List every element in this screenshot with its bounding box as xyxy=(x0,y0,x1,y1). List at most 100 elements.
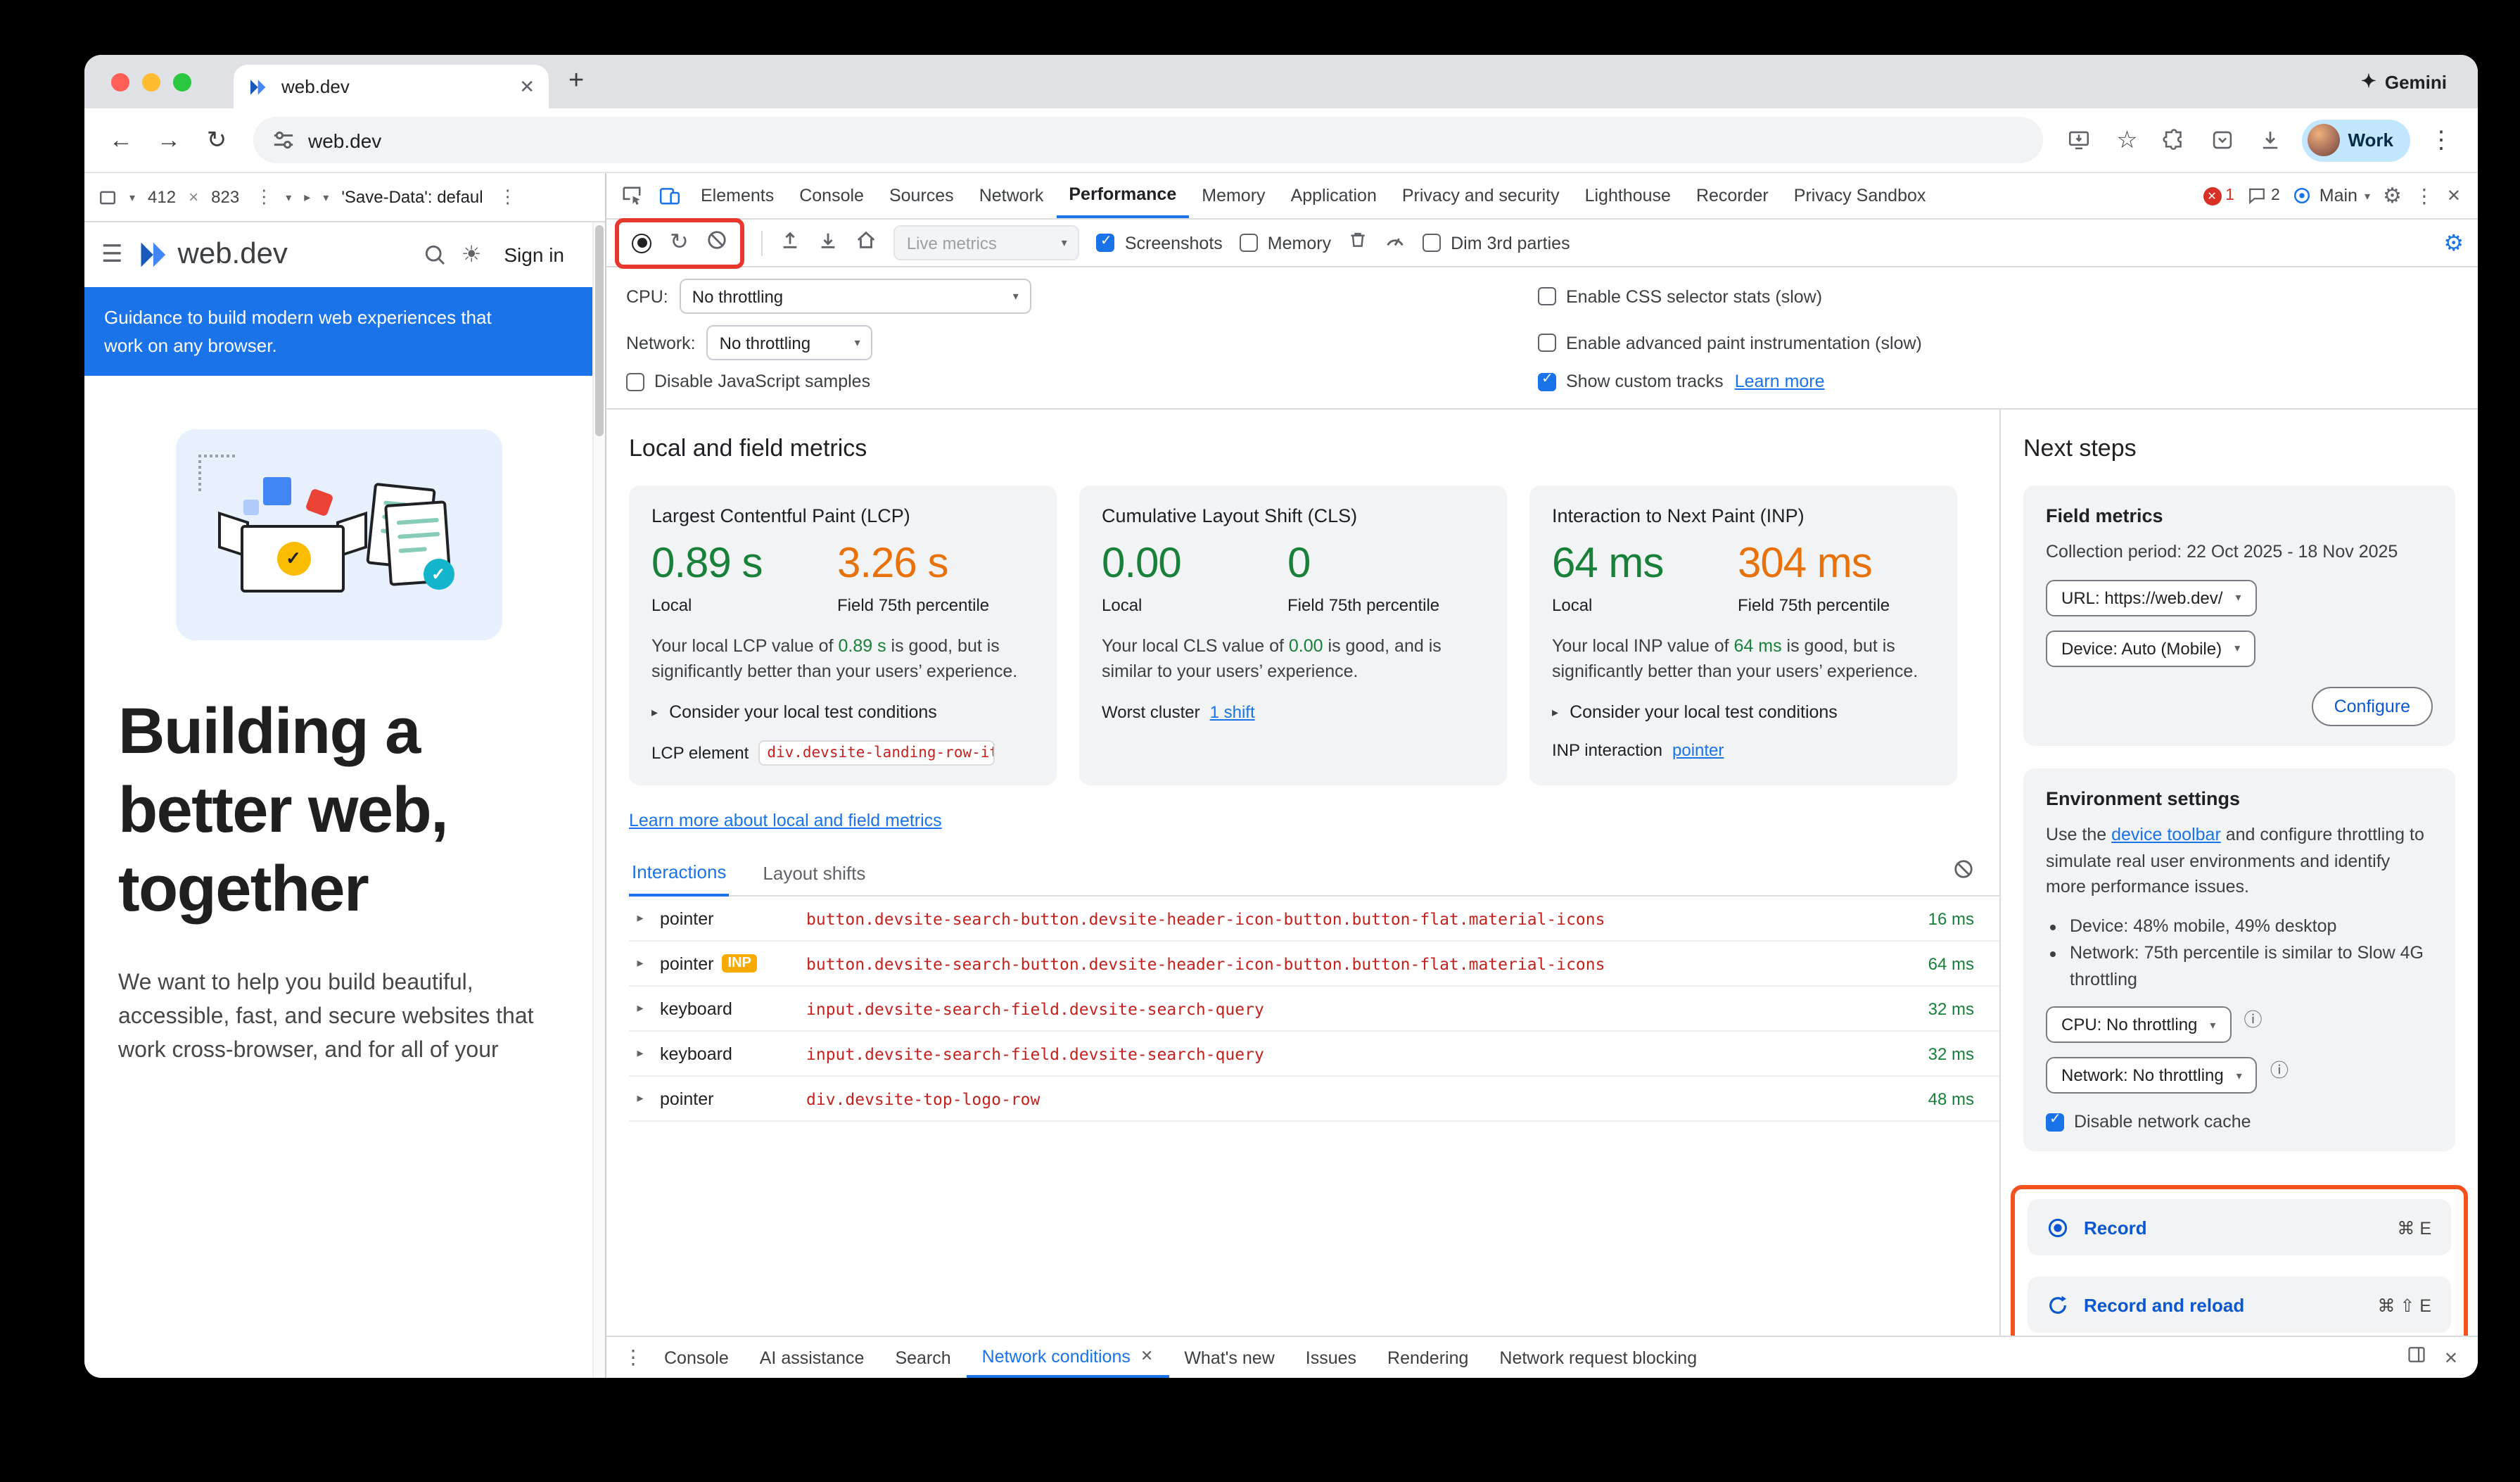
save-data-dropdown[interactable]: 'Save-Data': defaul xyxy=(341,187,483,207)
interaction-row[interactable]: ▸ keyboard input.devsite-search-field.de… xyxy=(629,987,1999,1032)
tab-memory[interactable]: Memory xyxy=(1189,173,1278,218)
network-throttling-select[interactable]: No throttling ▾ xyxy=(707,325,873,360)
show-custom-tracks-checkbox[interactable]: Show custom tracks xyxy=(1538,372,1724,391)
gemini-badge[interactable]: ✦ Gemini xyxy=(2361,70,2447,93)
record-and-reload-button[interactable]: Record and reload ⌘ ⇧ E xyxy=(2028,1277,2451,1334)
tab-console[interactable]: Console xyxy=(787,173,877,218)
dimensions-icon[interactable] xyxy=(98,188,117,206)
device-toolbar-menu-icon[interactable]: ⋮ xyxy=(499,186,517,208)
load-profile-icon[interactable] xyxy=(780,229,801,257)
minimize-window-button[interactable] xyxy=(142,72,160,91)
cpu-info-icon[interactable]: ⓘ xyxy=(2244,1005,2262,1032)
tab-performance[interactable]: Performance xyxy=(1056,173,1189,218)
tab-search-icon[interactable] xyxy=(2200,118,2245,163)
field-device-select[interactable]: Device: Auto (Mobile) ▾ xyxy=(2046,631,2255,667)
drawer-tab-network-conditions[interactable]: Network conditions ✕ xyxy=(967,1337,1169,1378)
site-settings-icon[interactable] xyxy=(273,129,294,151)
record-button[interactable]: Record ⌘ E xyxy=(2028,1200,2451,1256)
throttling-gauge-icon[interactable] xyxy=(1385,229,1406,257)
record-icon-button[interactable] xyxy=(632,233,651,253)
devtools-close-icon[interactable]: ✕ xyxy=(2447,186,2461,205)
browser-menu-icon[interactable]: ⋮ xyxy=(2419,118,2464,163)
tab-elements[interactable]: Elements xyxy=(688,173,787,218)
live-metrics-home-icon[interactable] xyxy=(856,229,877,257)
device-height-field[interactable]: 823 xyxy=(211,187,239,207)
css-selector-stats-checkbox[interactable]: Enable CSS selector stats (slow) xyxy=(1538,279,2458,314)
tab-lighthouse[interactable]: Lighthouse xyxy=(1572,173,1684,218)
screenshots-checkbox[interactable]: Screenshots xyxy=(1097,233,1223,253)
inp-test-conditions-expander[interactable]: ▸ Consider your local test conditions xyxy=(1552,703,1935,723)
site-menu-icon[interactable]: ☰ xyxy=(101,241,123,269)
clear-recordings-icon[interactable] xyxy=(707,229,728,257)
learn-more-metrics-link[interactable]: Learn more about local and field metrics xyxy=(629,811,942,831)
configure-button[interactable]: Configure xyxy=(2312,687,2433,726)
devtools-menu-icon[interactable]: ⋮ xyxy=(2414,184,2434,208)
env-cpu-select[interactable]: CPU: No throttling ▾ xyxy=(2046,1007,2231,1044)
inp-interaction-link[interactable]: pointer xyxy=(1672,741,1724,761)
row-expand-icon[interactable]: ▸ xyxy=(632,1001,649,1017)
close-drawer-icon[interactable]: ✕ xyxy=(2444,1348,2458,1367)
interaction-row[interactable]: ▸ pointer button.devsite-search-button.d… xyxy=(629,897,1999,942)
profile-button[interactable]: Work xyxy=(2301,119,2410,161)
back-button[interactable]: ← xyxy=(98,118,144,163)
interaction-row[interactable]: ▸ pointer INP button.devsite-search-butt… xyxy=(629,942,1999,987)
error-badge[interactable]: ✕ 1 xyxy=(2203,186,2234,205)
zoom-window-button[interactable] xyxy=(173,72,191,91)
row-expand-icon[interactable]: ▸ xyxy=(632,1046,649,1062)
tab-recorder[interactable]: Recorder xyxy=(1684,173,1781,218)
drawer-tab-whats-new[interactable]: What's new xyxy=(1169,1337,1290,1378)
memory-checkbox[interactable]: Memory xyxy=(1240,233,1331,253)
clear-interactions-icon[interactable] xyxy=(1953,859,1974,887)
reload-button[interactable]: ↻ xyxy=(194,118,239,163)
drawer-tab-network-request-blocking[interactable]: Network request blocking xyxy=(1484,1337,1712,1378)
record-reload-icon-button[interactable]: ↻ xyxy=(670,232,689,254)
sign-in-button[interactable]: Sign in xyxy=(504,243,564,266)
zoom-chevron-icon[interactable]: ▾ xyxy=(286,191,291,203)
row-expand-icon[interactable]: ▸ xyxy=(632,1091,649,1107)
tab-privacy-sandbox[interactable]: Privacy Sandbox xyxy=(1781,173,1939,218)
network-info-icon[interactable]: ⓘ xyxy=(2270,1056,2289,1082)
env-network-select[interactable]: Network: No throttling ▾ xyxy=(2046,1058,2258,1094)
disable-network-cache-checkbox[interactable]: Disable network cache xyxy=(2046,1113,2433,1132)
drawer-menu-icon[interactable]: ⋮ xyxy=(618,1345,649,1369)
interaction-row[interactable]: ▸ pointer div.devsite-top-logo-row 48 ms xyxy=(629,1077,1999,1122)
theme-toggle-icon[interactable]: ☀ xyxy=(462,241,482,269)
scrollbar-thumb[interactable] xyxy=(595,225,604,436)
dock-side-icon[interactable] xyxy=(2406,1343,2427,1372)
device-toolbar-toggle-icon[interactable] xyxy=(650,179,688,213)
site-banner[interactable]: Guidance to build modern web experiences… xyxy=(84,287,592,376)
dimensions-chevron-icon[interactable]: ▾ xyxy=(129,191,135,203)
cpu-throttling-select[interactable]: No throttling ▾ xyxy=(680,279,1031,314)
drawer-tab-rendering[interactable]: Rendering xyxy=(1372,1337,1484,1378)
cls-worst-cluster-link[interactable]: 1 shift xyxy=(1210,703,1255,723)
tab-close-icon[interactable]: ✕ xyxy=(519,75,535,98)
tab-application[interactable]: Application xyxy=(1278,173,1389,218)
inspect-element-icon[interactable] xyxy=(612,179,650,213)
throttling-chevron-icon[interactable]: ▾ xyxy=(323,191,329,203)
lcp-test-conditions-expander[interactable]: ▸ Consider your local test conditions xyxy=(651,703,1034,723)
custom-tracks-learn-more-link[interactable]: Learn more xyxy=(1735,372,1825,391)
context-selector[interactable]: Main ▾ xyxy=(2293,186,2370,205)
capture-settings-gear-icon[interactable]: ⚙ xyxy=(2443,229,2464,257)
tab-network[interactable]: Network xyxy=(967,173,1057,218)
site-search-icon[interactable] xyxy=(422,242,447,267)
save-profile-icon[interactable] xyxy=(818,229,839,257)
dim-3rd-parties-checkbox[interactable]: Dim 3rd parties xyxy=(1423,233,1570,253)
disable-js-samples-checkbox[interactable]: Disable JavaScript samples xyxy=(626,372,1538,391)
interaction-row[interactable]: ▸ keyboard input.devsite-search-field.de… xyxy=(629,1032,1999,1077)
downloads-icon[interactable] xyxy=(2248,118,2293,163)
field-url-select[interactable]: URL: https://web.dev/ ▾ xyxy=(2046,580,2257,616)
bookmark-star-icon[interactable]: ☆ xyxy=(2104,118,2149,163)
device-width-field[interactable]: 412 xyxy=(148,187,176,207)
tab-interactions[interactable]: Interactions xyxy=(629,851,729,897)
devtools-settings-icon[interactable]: ⚙ xyxy=(2383,183,2402,208)
throttling-icon[interactable]: ▸ xyxy=(304,189,310,205)
address-bar[interactable]: web.dev xyxy=(253,117,2042,163)
forward-button[interactable]: → xyxy=(146,118,191,163)
issues-badge[interactable]: 2 xyxy=(2247,186,2280,205)
zoom-dropdown-icon[interactable]: ⋮ xyxy=(255,186,273,208)
tab-sources[interactable]: Sources xyxy=(877,173,967,218)
row-expand-icon[interactable]: ▸ xyxy=(632,911,649,927)
paint-instrumentation-checkbox[interactable]: Enable advanced paint instrumentation (s… xyxy=(1538,325,2458,360)
close-window-button[interactable] xyxy=(111,72,129,91)
